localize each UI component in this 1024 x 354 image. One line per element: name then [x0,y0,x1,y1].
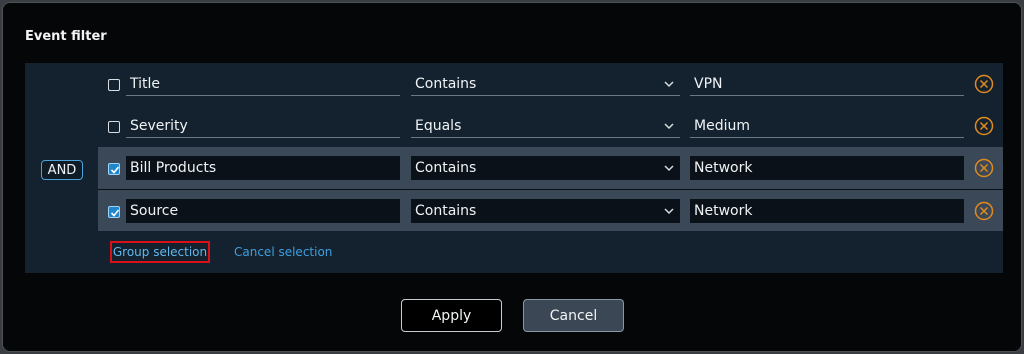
chevron-down-icon [664,81,674,88]
checkmark-icon [110,166,120,174]
field-name-input[interactable]: Source [126,199,400,223]
group-selection-link[interactable]: Group selection [110,241,210,263]
cancel-button[interactable]: Cancel [523,299,624,332]
cancel-selection-link[interactable]: Cancel selection [234,241,332,263]
condition-select[interactable]: Equals [411,114,680,138]
row-checkbox-checked[interactable] [108,163,120,175]
condition-value: Contains [415,202,477,219]
chevron-down-icon [664,165,674,172]
apply-button[interactable]: Apply [401,299,502,332]
row-checkbox[interactable] [108,121,120,133]
condition-value: Equals [415,117,462,134]
value-input[interactable]: VPN [690,72,964,96]
field-name-input[interactable]: Title [126,72,400,96]
value-input[interactable]: Network [690,156,964,180]
condition-value: Contains [415,159,477,176]
filter-rows: Title Contains VPN Severity Equals Mediu… [98,63,1003,231]
filter-row: Severity Equals Medium [98,105,1003,147]
filter-group-panel: AND Title Contains VPN Severity Equals M… [25,63,1003,273]
selection-actions: Group selection Cancel selection [98,233,1003,273]
condition-select[interactable]: Contains [411,156,680,180]
value-input[interactable]: Medium [690,114,964,138]
row-checkbox[interactable] [108,79,120,91]
close-circle-icon[interactable] [974,74,994,94]
checkmark-icon [110,209,120,217]
dialog-title: Event filter [25,29,107,44]
row-checkbox-checked[interactable] [108,206,120,218]
filter-row: Title Contains VPN [98,63,1003,105]
and-operator-badge[interactable]: AND [41,160,83,180]
condition-select[interactable]: Contains [411,199,680,223]
chevron-down-icon [664,123,674,130]
filter-row-selected: Source Contains Network [98,189,1003,231]
operator-column: AND [25,63,98,273]
close-circle-icon[interactable] [974,158,994,178]
condition-value: Contains [415,75,477,92]
field-name-input[interactable]: Bill Products [126,156,400,180]
condition-select[interactable]: Contains [411,72,680,96]
value-input[interactable]: Network [690,199,964,223]
close-circle-icon[interactable] [974,116,994,136]
chevron-down-icon [664,208,674,215]
filter-row-selected: Bill Products Contains Network [98,147,1003,189]
close-circle-icon[interactable] [974,201,994,221]
event-filter-dialog: Event filter AND Title Contains VPN Seve… [2,2,1022,352]
field-name-input[interactable]: Severity [126,114,400,138]
